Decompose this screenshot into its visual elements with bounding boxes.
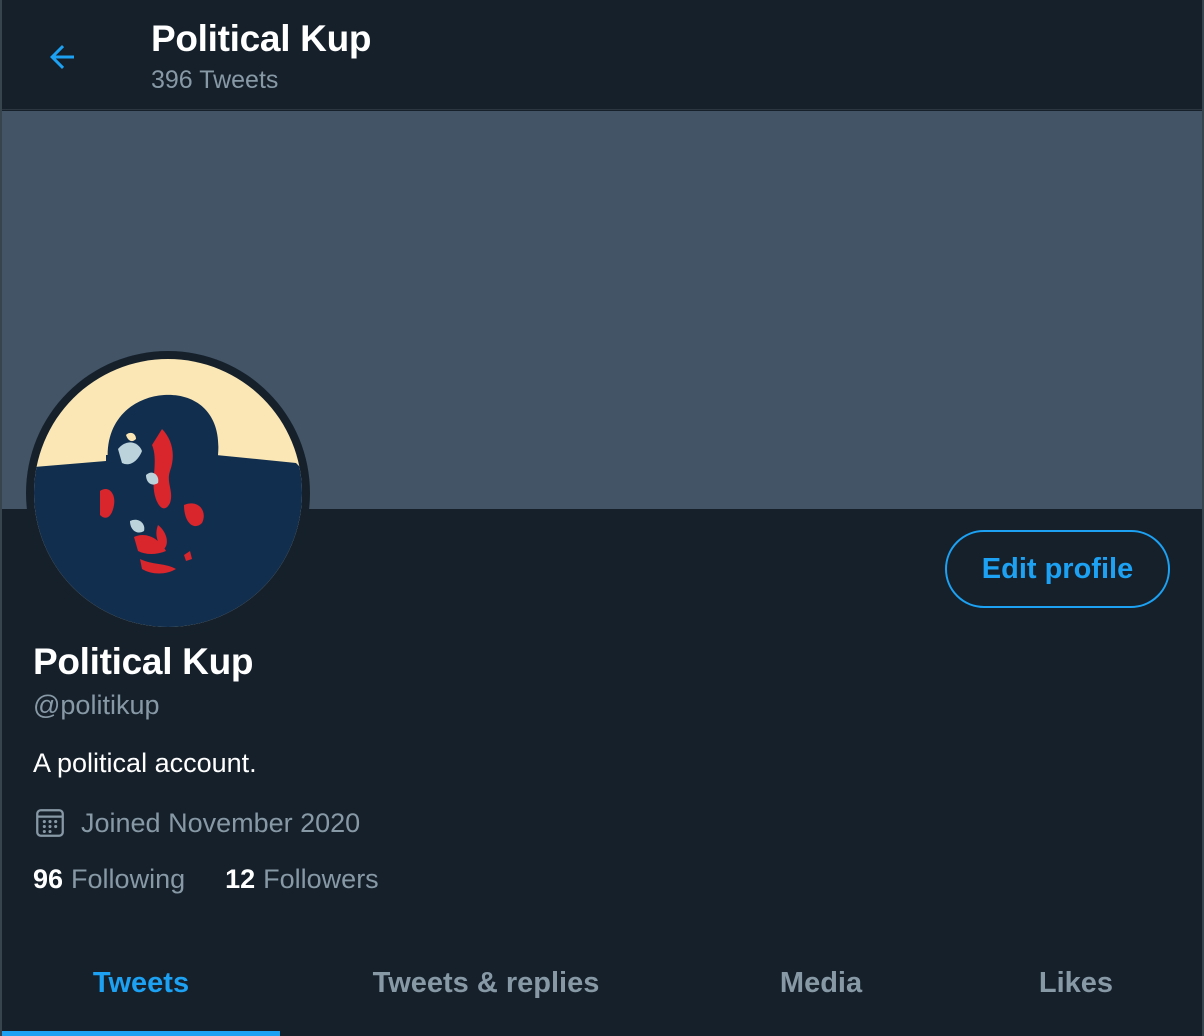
header-tweet-count: 396 Tweets [151, 66, 279, 94]
tab-likes[interactable]: Likes [950, 930, 1202, 1036]
following-link[interactable]: 96 Following [33, 864, 185, 895]
followers-label: Followers [263, 864, 379, 894]
profile-name: Political Kup [33, 641, 254, 682]
top-header: Political Kup 396 Tweets [2, 0, 1202, 110]
follow-stats: 96 Following 12 Followers [33, 864, 379, 895]
arrow-left-icon [50, 45, 74, 69]
profile-tabs: Tweets Tweets & replies Media Likes [2, 930, 1202, 1036]
tab-media[interactable]: Media [692, 930, 950, 1036]
tab-tweets[interactable]: Tweets [2, 930, 280, 1036]
tab-tweets-replies[interactable]: Tweets & replies [280, 930, 692, 1036]
avatar[interactable] [26, 351, 310, 635]
header-title: Political Kup [151, 18, 372, 59]
followers-link[interactable]: 12 Followers [225, 864, 379, 895]
profile-bio: A political account. [33, 748, 257, 778]
profile-handle: @politikup [33, 690, 160, 720]
following-label: Following [71, 864, 186, 894]
profile-screen: Political Kup 396 Tweets Edit profile Po… [0, 0, 1204, 1036]
following-count: 96 [33, 864, 64, 894]
calendar-icon [36, 809, 64, 837]
followers-count: 12 [225, 864, 256, 894]
edit-profile-button[interactable]: Edit profile [945, 530, 1170, 608]
back-button[interactable] [30, 28, 94, 86]
joined-date: Joined November 2020 [33, 805, 360, 841]
joined-text: Joined November 2020 [81, 807, 361, 838]
avatar-image [34, 359, 302, 627]
